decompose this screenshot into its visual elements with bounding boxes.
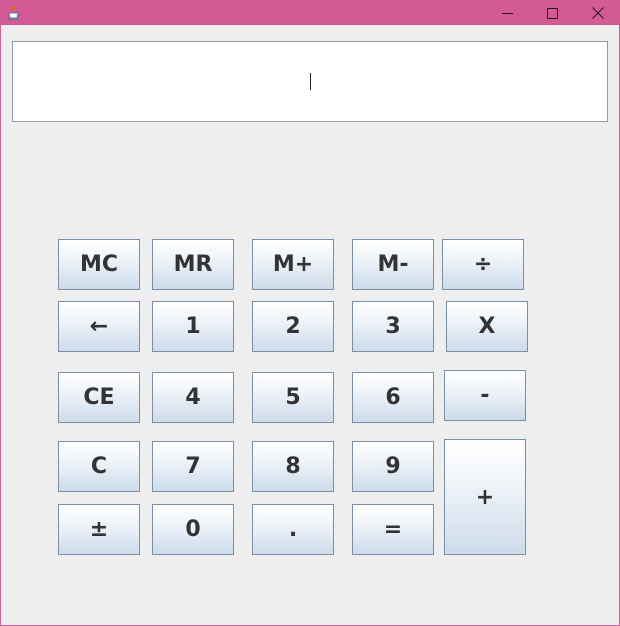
title-bar xyxy=(1,1,620,25)
text-caret xyxy=(310,73,311,90)
digit-6-button[interactable]: 6 xyxy=(352,372,434,423)
digit-7-button[interactable]: 7 xyxy=(152,441,234,492)
backspace-button[interactable]: ← xyxy=(58,301,140,352)
divide-button[interactable]: ÷ xyxy=(442,239,524,290)
memory-recall-button[interactable]: MR xyxy=(152,239,234,290)
memory-subtract-button[interactable]: M- xyxy=(352,239,434,290)
memory-clear-button[interactable]: MC xyxy=(58,239,140,290)
calculator-window: MC MR M+ M- ÷ ← 1 2 3 X CE 4 5 6 - C 7 8… xyxy=(0,0,620,626)
digit-3-button[interactable]: 3 xyxy=(352,301,434,352)
plus-button[interactable]: + xyxy=(444,439,526,555)
multiply-button[interactable]: X xyxy=(446,301,528,352)
digit-9-button[interactable]: 9 xyxy=(352,441,434,492)
plus-minus-button[interactable]: ± xyxy=(58,504,140,555)
close-icon xyxy=(592,7,604,19)
minus-button[interactable]: - xyxy=(444,370,526,421)
memory-add-button[interactable]: M+ xyxy=(252,239,334,290)
digit-0-button[interactable]: 0 xyxy=(152,504,234,555)
digit-8-button[interactable]: 8 xyxy=(252,441,334,492)
maximize-icon xyxy=(546,7,558,19)
equals-button[interactable]: = xyxy=(352,504,434,555)
clear-button[interactable]: C xyxy=(58,441,140,492)
minimize-button[interactable] xyxy=(484,1,530,25)
digit-4-button[interactable]: 4 xyxy=(152,372,234,423)
java-cup-icon xyxy=(7,5,21,21)
close-button[interactable] xyxy=(575,1,620,25)
digit-5-button[interactable]: 5 xyxy=(252,372,334,423)
maximize-button[interactable] xyxy=(529,1,575,25)
digit-2-button[interactable]: 2 xyxy=(252,301,334,352)
decimal-point-button[interactable]: . xyxy=(252,504,334,555)
digit-1-button[interactable]: 1 xyxy=(152,301,234,352)
minimize-icon xyxy=(501,8,513,19)
clear-entry-button[interactable]: CE xyxy=(58,372,140,423)
